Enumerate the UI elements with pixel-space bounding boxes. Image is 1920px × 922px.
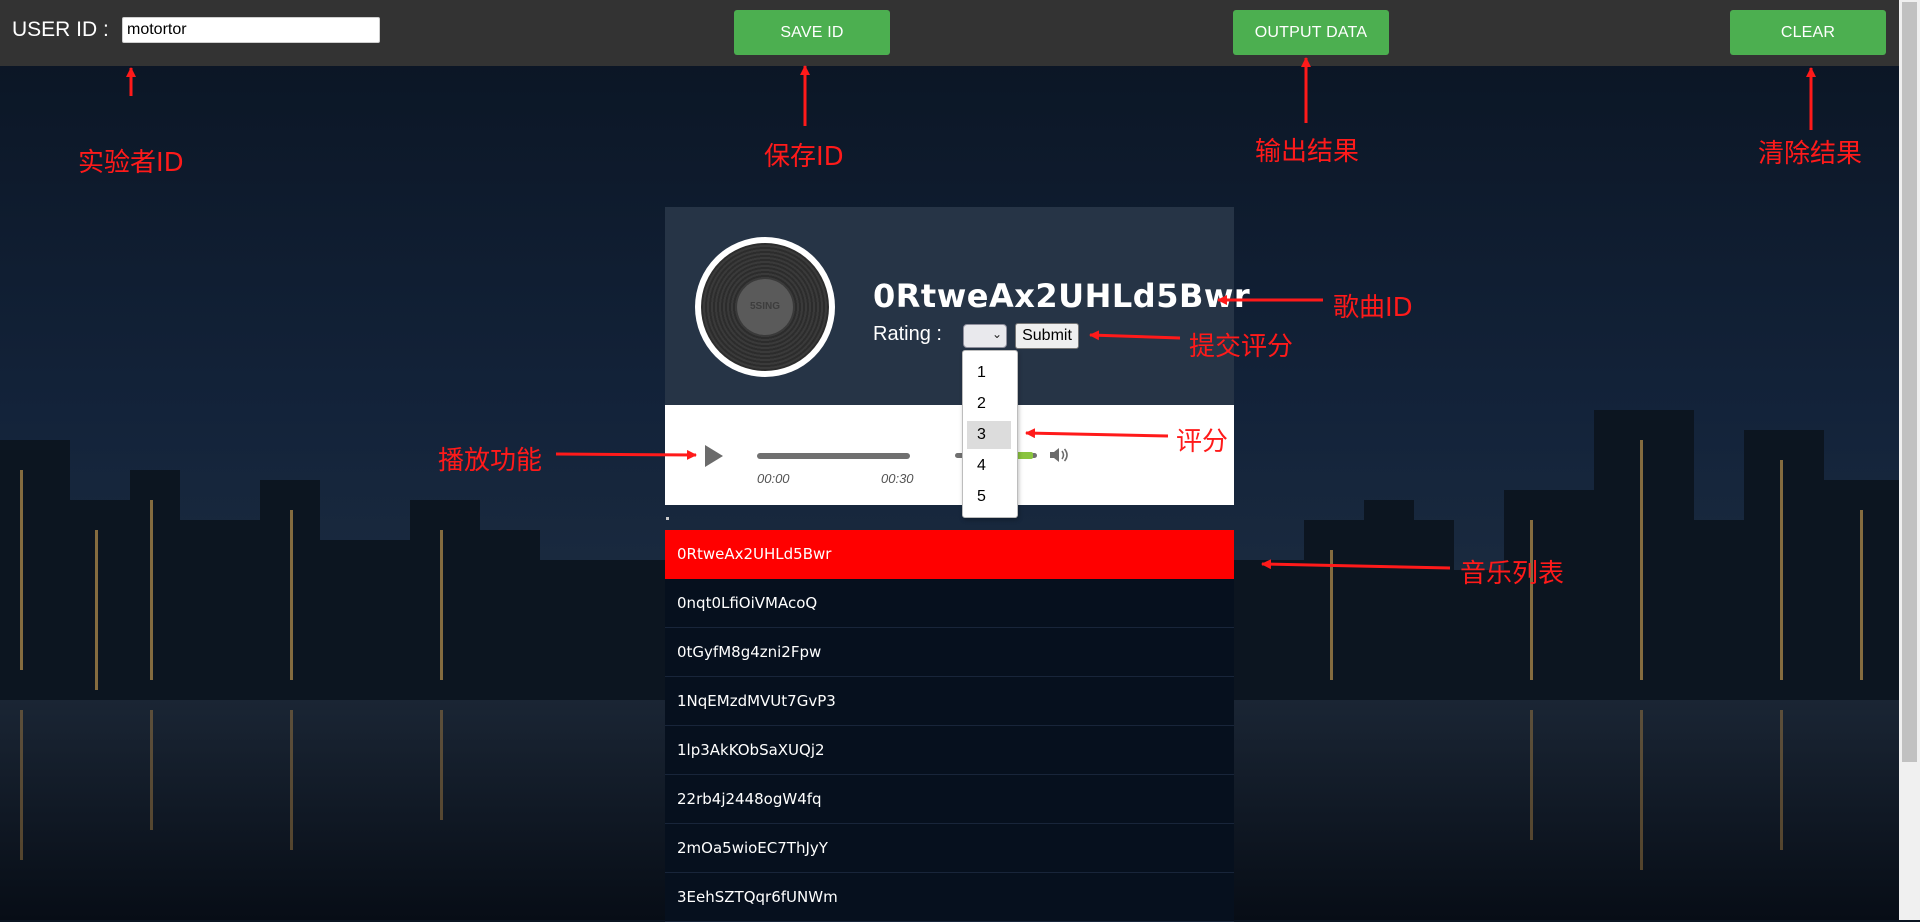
play-icon[interactable] xyxy=(705,445,723,467)
track-item-active[interactable]: 0RtweAx2UHLd5Bwr xyxy=(665,530,1234,579)
track-item[interactable]: 22rb4j2448ogW4fq xyxy=(665,775,1234,824)
rating-select[interactable]: ⌄ xyxy=(963,324,1007,348)
track-item[interactable]: 1lp3AkKObSaXUQj2 xyxy=(665,726,1234,775)
rating-option-3[interactable]: 3 xyxy=(967,421,1011,449)
clear-button[interactable]: CLEAR xyxy=(1730,10,1886,55)
divider-dot xyxy=(666,517,669,520)
chevron-down-icon: ⌄ xyxy=(992,327,1003,341)
player-header: 5SING 0RtweAx2UHLd5Bwr Rating : ⌄ Submit xyxy=(665,207,1250,405)
song-title: 0RtweAx2UHLd5Bwr xyxy=(873,277,1251,315)
annotation-output: 输出结果 xyxy=(1255,137,1360,167)
volume-icon[interactable] xyxy=(1047,443,1071,467)
player-controls: 00:00 00:30 xyxy=(665,405,1234,505)
rating-label: Rating : xyxy=(873,323,942,345)
rating-option-4[interactable]: 4 xyxy=(967,452,1011,480)
output-data-button[interactable]: OUTPUT DATA xyxy=(1233,10,1389,55)
annotation-music-list: 音乐列表 xyxy=(1460,559,1565,589)
rating-option-1[interactable]: 1 xyxy=(967,359,1011,387)
disc-label: 5SING xyxy=(737,279,793,335)
duration: 00:30 xyxy=(881,471,914,486)
annotation-submit-rating: 提交评分 xyxy=(1189,332,1294,362)
rating-option-2[interactable]: 2 xyxy=(967,390,1011,418)
music-list: 0RtweAx2UHLd5Bwr 0nqt0LfiOiVMAcoQ 0tGyfM… xyxy=(665,530,1234,922)
scrollbar-thumb[interactable] xyxy=(1902,2,1917,762)
track-item[interactable]: 3EehSZTQqr6fUNWm xyxy=(665,873,1234,922)
album-disc: 5SING xyxy=(695,237,835,377)
track-item[interactable]: 1NqEMzdMVUt7GvP3 xyxy=(665,677,1234,726)
user-id-input[interactable] xyxy=(122,17,380,43)
top-bar: USER ID : SAVE ID OUTPUT DATA CLEAR xyxy=(0,0,1899,66)
annotation-clear: 清除结果 xyxy=(1758,139,1863,169)
track-item[interactable]: 2mOa5wioEC7ThJyY xyxy=(665,824,1234,873)
annotation-save-id: 保存ID xyxy=(764,142,844,172)
track-item[interactable]: 0tGyfM8g4zni2Fpw xyxy=(665,628,1234,677)
annotation-play: 播放功能 xyxy=(438,446,543,476)
annotation-rating: 评分 xyxy=(1176,427,1229,457)
progress-bar[interactable] xyxy=(757,453,910,459)
submit-rating-button[interactable]: Submit xyxy=(1015,323,1079,349)
vinyl-disc-icon: 5SING xyxy=(701,243,829,371)
annotation-user-id: 实验者ID xyxy=(78,148,184,178)
current-time: 00:00 xyxy=(757,471,790,486)
save-id-button[interactable]: SAVE ID xyxy=(734,10,890,55)
user-id-label: USER ID : xyxy=(12,18,109,41)
rating-option-5[interactable]: 5 xyxy=(967,483,1011,511)
rating-dropdown: 1 2 3 4 5 xyxy=(962,350,1018,518)
annotation-song-id: 歌曲ID xyxy=(1333,293,1413,323)
track-item[interactable]: 0nqt0LfiOiVMAcoQ xyxy=(665,579,1234,628)
